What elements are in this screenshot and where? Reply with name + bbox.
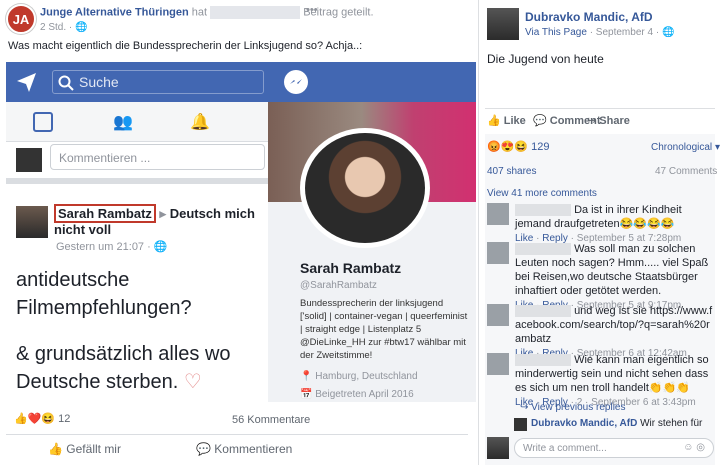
- reply-preview: Dubravko Mandic, AfD Wir stehen für: [531, 418, 703, 429]
- comment-avatar: [16, 148, 42, 172]
- reply-arrow-icon: ↪: [520, 402, 529, 413]
- search-bar[interactable]: Suche: [52, 70, 264, 94]
- share-icon: ↪: [587, 115, 597, 127]
- comment-button[interactable]: 💬 Kommentieren: [196, 442, 292, 456]
- speech-bubble-icon: 💬: [533, 115, 547, 127]
- side-like-button[interactable]: 👍 Like: [487, 114, 526, 127]
- like-button[interactable]: 👍 Gefällt mir: [48, 442, 121, 456]
- author-line: Sarah Rambatz ▸ Deutsch mich nicht voll: [54, 204, 255, 237]
- commenter-avatar[interactable]: [487, 353, 509, 375]
- reaction-icons: 😡😍😆: [487, 141, 529, 153]
- divider: [6, 434, 468, 435]
- side-author[interactable]: Dubravko Mandic, AfD: [525, 10, 653, 24]
- post-header: Junge Alternative Thüringen hat Beitrag …: [40, 6, 374, 19]
- page-name-link[interactable]: Junge Alternative Thüringen: [40, 6, 189, 18]
- calendar-icon: 📅: [300, 389, 313, 400]
- profile-location: 📍 Hamburg, Deutschland: [300, 371, 418, 382]
- heart-icon: ♡: [183, 371, 202, 393]
- author-avatar[interactable]: [16, 206, 48, 238]
- reaction-summary[interactable]: 👍❤️😆 12: [14, 412, 70, 425]
- comment-input[interactable]: Kommentieren ...: [50, 144, 265, 170]
- post-body-1: antideutsche Filmempfehlungen?: [16, 269, 192, 319]
- thumbs-up-icon: 👍: [487, 115, 501, 127]
- blurred-name: [515, 204, 571, 217]
- blurred-name: [210, 6, 301, 19]
- profile-name: Sarah Rambatz: [300, 260, 402, 276]
- globe-icon: 🌐: [661, 27, 675, 38]
- post-options-icon[interactable]: •••: [306, 4, 318, 16]
- shares-link[interactable]: 407 shares: [487, 166, 536, 177]
- blurred-name: [515, 305, 571, 318]
- chevron-down-icon: ▾: [714, 142, 720, 153]
- view-previous-replies[interactable]: ↪ View previous replies: [520, 402, 625, 413]
- reply-avatar[interactable]: [514, 418, 527, 431]
- comment-count[interactable]: 56 Kommentare: [232, 414, 310, 426]
- love-reaction-icon: ❤️: [27, 413, 42, 425]
- profile-avatar: [300, 128, 430, 248]
- divider: [485, 108, 715, 109]
- blurred-name: [515, 243, 571, 256]
- profile-bio: Bundessprecherin der linksjugend ['solid…: [300, 298, 468, 361]
- comment-4: Wie kann man eigentlich so minderwertig …: [487, 353, 715, 408]
- screenshot-time: Gestern um 21:07 · 🌐: [56, 241, 168, 253]
- commenter-avatar[interactable]: [487, 242, 509, 264]
- write-comment-input[interactable]: Write a comment... ☺ ◎: [514, 438, 714, 458]
- post-body-2: & grundsätzlich alles wo Deutsche sterbe…: [16, 343, 231, 393]
- author-name[interactable]: Sarah Rambatz: [54, 204, 156, 223]
- page-logo[interactable]: JA: [6, 4, 36, 34]
- view-more-comments[interactable]: View 41 more comments: [487, 188, 597, 199]
- side-meta: Via This Page · September 4 · 🌐: [525, 27, 675, 38]
- author-avatar[interactable]: [487, 8, 519, 40]
- side-text: Die Jugend von heute: [487, 52, 604, 66]
- post-caption: Was macht eigentlich die Bundessprecheri…: [8, 40, 363, 52]
- commenter-avatar[interactable]: [487, 203, 509, 225]
- messenger-icon[interactable]: [284, 70, 308, 94]
- comment-1: Da ist in ihrer Kindheit jemand draufget…: [487, 203, 715, 244]
- haha-reaction-icon: 😆: [41, 413, 56, 425]
- profile-handle: @SarahRambatz: [300, 280, 377, 291]
- comment-3: und weg ist sie https://www.facebook.com…: [487, 304, 715, 359]
- globe-icon: 🌐: [153, 241, 168, 253]
- pin-icon: 📍: [300, 371, 313, 382]
- my-avatar: [487, 437, 509, 459]
- search-icon: [58, 75, 74, 91]
- emoji-camera-icons[interactable]: ☺ ◎: [683, 442, 705, 453]
- shared-post: JA Junge Alternative Thüringen hat Beitr…: [0, 0, 479, 465]
- reaction-summary[interactable]: 😡😍😆 129: [487, 140, 550, 153]
- profile-joined: 📅 Beigetreten April 2016: [300, 389, 414, 400]
- post-time: 2 Std. · 🌐: [40, 22, 88, 33]
- search-placeholder: Suche: [79, 74, 119, 90]
- commenter-avatar[interactable]: [487, 304, 509, 326]
- speech-bubble-icon: 💬: [196, 442, 211, 456]
- separator: [6, 178, 268, 184]
- like-reaction-icon: 👍: [14, 413, 28, 425]
- friends-icon[interactable]: 👥: [113, 112, 135, 132]
- send-icon: [14, 68, 40, 96]
- comment-2: Was soll man zu solchen Leuten noch sage…: [487, 242, 715, 311]
- thumbs-up-icon: 👍: [48, 442, 63, 456]
- globe-icon: 🌐: [75, 22, 88, 33]
- sort-dropdown[interactable]: Chronological ▾: [651, 142, 720, 153]
- comments-total: 47 Comments: [655, 166, 718, 177]
- side-share-button[interactable]: ↪ Share: [587, 114, 630, 127]
- news-feed-icon[interactable]: [33, 112, 53, 132]
- bell-icon[interactable]: 🔔: [190, 112, 212, 132]
- blurred-name: [515, 354, 571, 367]
